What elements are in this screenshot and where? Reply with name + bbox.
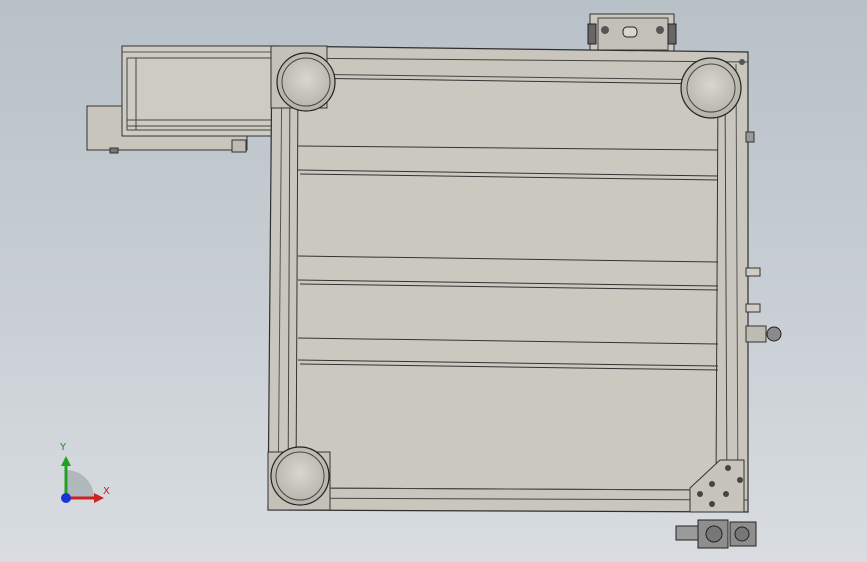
bottom-fittings[interactable] [675, 519, 757, 549]
top-mount-bracket[interactable] [587, 13, 677, 55]
side-motor-assembly[interactable] [86, 45, 275, 154]
corner-roller-bottom-left[interactable] [267, 446, 331, 511]
graphics-viewport[interactable] [0, 0, 867, 562]
y-axis-label: Y [60, 442, 67, 453]
reference-triad: Y X [48, 440, 118, 510]
corner-roller-top-right[interactable] [680, 57, 742, 119]
corner-roller-top-left[interactable] [270, 45, 336, 112]
main-frame[interactable] [267, 45, 749, 513]
z-axis-dot [61, 493, 71, 503]
triad-graphic [61, 456, 104, 503]
x-axis-label: X [103, 486, 110, 497]
y-axis-arrowhead [61, 456, 71, 466]
cad-model-view[interactable] [0, 0, 867, 562]
